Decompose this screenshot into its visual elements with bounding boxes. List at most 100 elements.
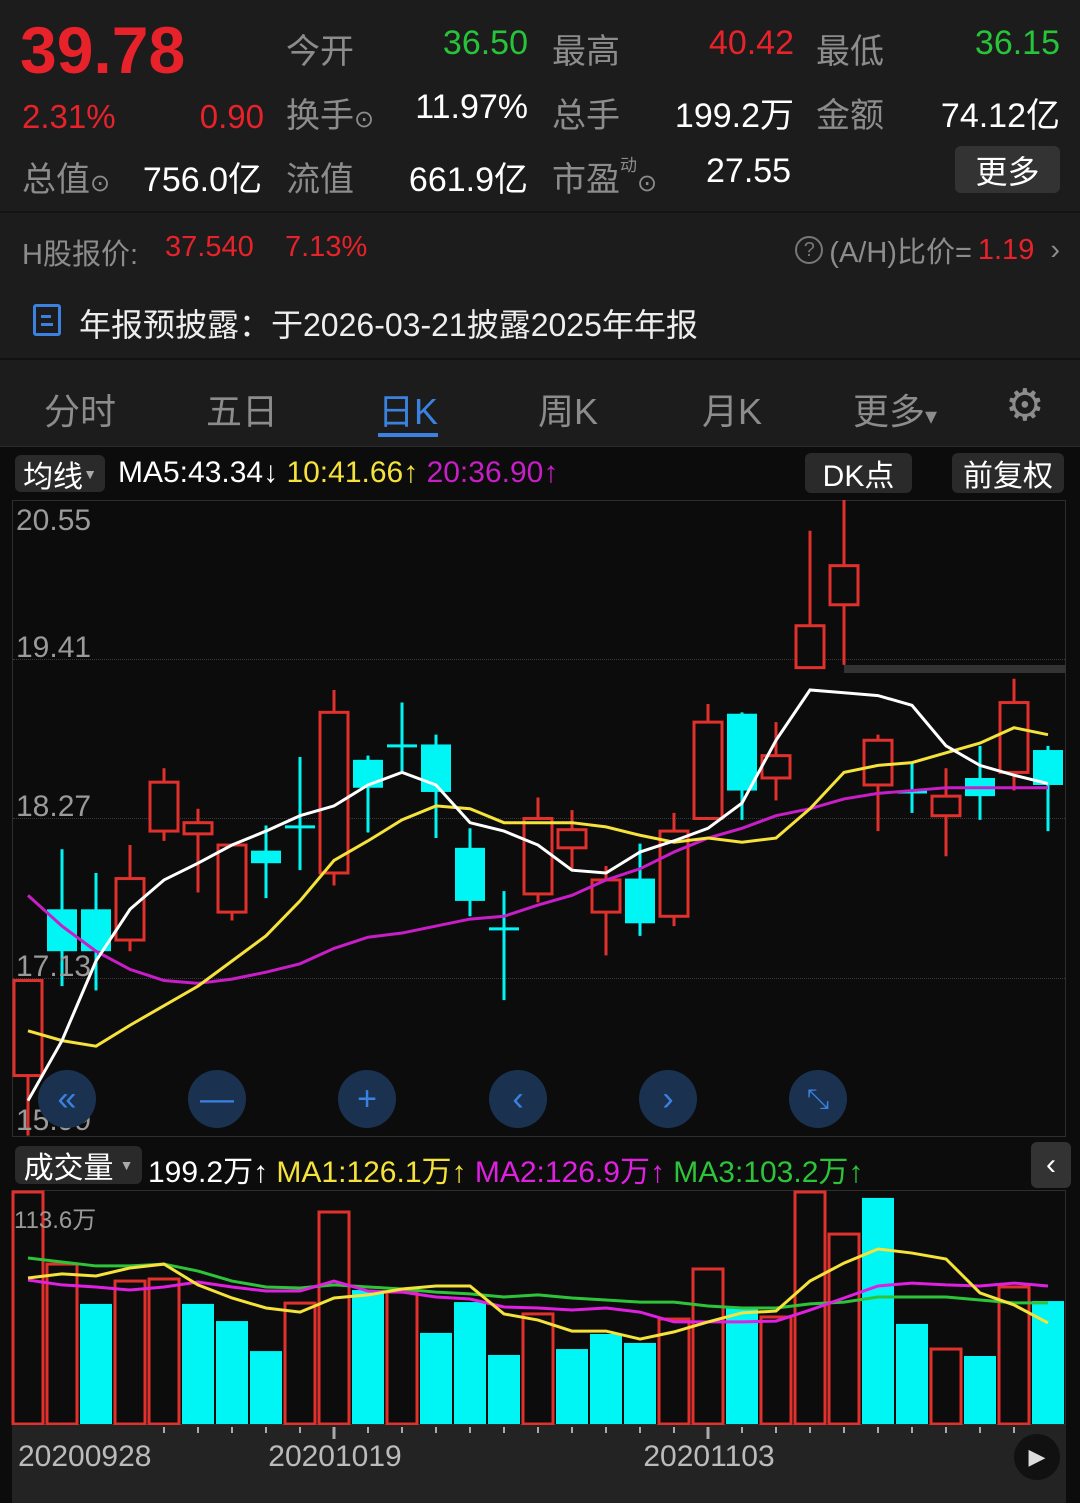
volume-bar <box>726 1306 758 1424</box>
quote-label: 今开 <box>286 33 354 71</box>
change-percent: 2.31% <box>22 98 116 135</box>
volume-bar <box>521 1312 555 1425</box>
fullscreen-button[interactable]: ⤡ <box>789 1070 847 1128</box>
volume-bar <box>113 1279 147 1425</box>
volume-bar <box>250 1351 282 1424</box>
tab-2[interactable]: 日K <box>377 383 439 437</box>
settings-gear-icon[interactable]: ⚙ <box>1005 380 1044 431</box>
minus-icon: — <box>200 1079 234 1118</box>
total-value-label[interactable]: 总值⊙ <box>22 152 110 201</box>
volume-bar <box>691 1267 725 1425</box>
plus-icon: + <box>357 1079 377 1118</box>
candle-body <box>182 821 214 836</box>
volume-bar <box>556 1349 588 1424</box>
candle-body <box>216 843 248 914</box>
quote-label: 总手 <box>552 97 620 135</box>
volume-bar <box>590 1333 622 1424</box>
last-price: 39.78 <box>20 13 186 87</box>
candle-body <box>318 710 350 875</box>
volume-bar <box>759 1315 793 1425</box>
volume-bar <box>1032 1301 1064 1424</box>
tab-5[interactable]: 更多▾ <box>853 383 937 435</box>
date-ticks <box>163 1427 1015 1439</box>
float-value-label: 流值 <box>286 161 354 199</box>
play-button[interactable]: ▶ <box>1014 1434 1060 1480</box>
info-icon: ⊙ <box>354 106 375 133</box>
volume-bars <box>11 1190 1064 1425</box>
quote-label: 最低 <box>816 33 884 71</box>
quote-value: 36.50 <box>442 24 528 62</box>
dk-point-button[interactable]: DK点 <box>805 453 912 493</box>
candle-body <box>625 878 655 924</box>
volume-selector[interactable]: 成交量 ▼ <box>15 1146 142 1185</box>
scroll-left-button[interactable]: ‹ <box>489 1070 547 1128</box>
chevron-left-icon: ‹ <box>512 1079 524 1118</box>
scroll-right-button[interactable]: › <box>639 1070 697 1128</box>
quote-value: 40.42 <box>708 24 794 62</box>
play-icon: ▶ <box>1028 1444 1046 1469</box>
ah-ratio-link[interactable]: ? (A/H)比价= 1.19 › <box>795 229 1060 271</box>
zoom-out-button[interactable]: — <box>188 1070 246 1128</box>
candle-body <box>455 847 485 901</box>
volume-ma3-line <box>27 1256 1048 1310</box>
dropdown-icon: ▼ <box>83 465 97 482</box>
candle-body <box>998 701 1030 774</box>
candle-body <box>251 850 281 864</box>
pe-label[interactable]: 市盈动⊙ <box>552 152 657 201</box>
pe-value: 27.55 <box>706 152 792 190</box>
quote-label[interactable]: 换手⊙ <box>286 88 374 137</box>
quote-label: 金额 <box>816 97 884 135</box>
volume-legend: 199.2万↑ MA1:126.1万↑ MA2:126.9万↑ MA3:103.… <box>148 1156 864 1189</box>
candle-body <box>692 720 724 821</box>
volume-bar <box>385 1290 419 1425</box>
tab-0[interactable]: 分时 <box>44 383 116 435</box>
volume-bar <box>793 1190 827 1425</box>
change-amount: 0.90 <box>199 98 264 135</box>
zoom-in-button[interactable]: + <box>338 1070 396 1128</box>
tab-3[interactable]: 周K <box>538 383 598 435</box>
dropdown-icon: ▼ <box>119 1157 134 1173</box>
limit-marker <box>844 665 1066 673</box>
help-icon[interactable]: ? <box>795 236 824 264</box>
volume-bar <box>964 1355 996 1424</box>
double-chevron-left-icon: « <box>57 1079 77 1118</box>
volume-bar <box>862 1197 894 1424</box>
volume-bar <box>80 1303 112 1424</box>
y-tick: 20.55 <box>16 504 92 537</box>
jump-start-button[interactable]: « <box>38 1070 96 1128</box>
y-tick: 17.13 <box>16 950 92 983</box>
volume-bar <box>317 1210 351 1425</box>
date-label: 20201019 <box>268 1440 402 1473</box>
hshare-percent: 7.13% <box>285 231 368 263</box>
active-tab-indicator <box>377 433 439 437</box>
candle-body <box>522 817 554 896</box>
document-icon <box>33 304 61 336</box>
total-value: 756.0亿 <box>142 161 262 199</box>
annual-report-notice[interactable]: 年报预披露：于2026-03-21披露2025年年报 <box>79 300 698 346</box>
dropdown-icon: ▾ <box>924 403 938 430</box>
forward-adjust-button[interactable]: 前复权 <box>952 453 1064 493</box>
candle-body <box>794 624 826 670</box>
info-icon: ⊙ <box>90 170 111 197</box>
more-button[interactable]: 更多 <box>955 146 1060 193</box>
collapse-panel-button[interactable]: ‹ <box>1031 1142 1071 1188</box>
volume-bar <box>182 1303 214 1424</box>
volume-bar <box>45 1262 79 1425</box>
volume-bar <box>624 1342 656 1424</box>
chevron-right-icon: › <box>662 1079 674 1118</box>
date-label: 20200928 <box>18 1440 152 1473</box>
volume-ma2-line <box>27 1278 1049 1324</box>
volume-bar <box>896 1323 928 1424</box>
hshare-price: 37.540 <box>165 231 254 263</box>
candlestick-chart <box>12 500 1066 1136</box>
quote-value: 36.15 <box>974 24 1060 62</box>
tab-4[interactable]: 月K <box>702 383 762 435</box>
candle-body <box>727 713 757 791</box>
candle-body <box>12 979 44 1078</box>
ma-selector[interactable]: 均线 ▼ <box>15 455 105 494</box>
volume-bar <box>454 1302 486 1424</box>
expand-icon: ⤡ <box>806 1082 830 1114</box>
hshare-label: H股报价: <box>22 239 139 271</box>
tab-1[interactable]: 五日 <box>206 383 278 435</box>
volume-bar <box>283 1301 317 1425</box>
